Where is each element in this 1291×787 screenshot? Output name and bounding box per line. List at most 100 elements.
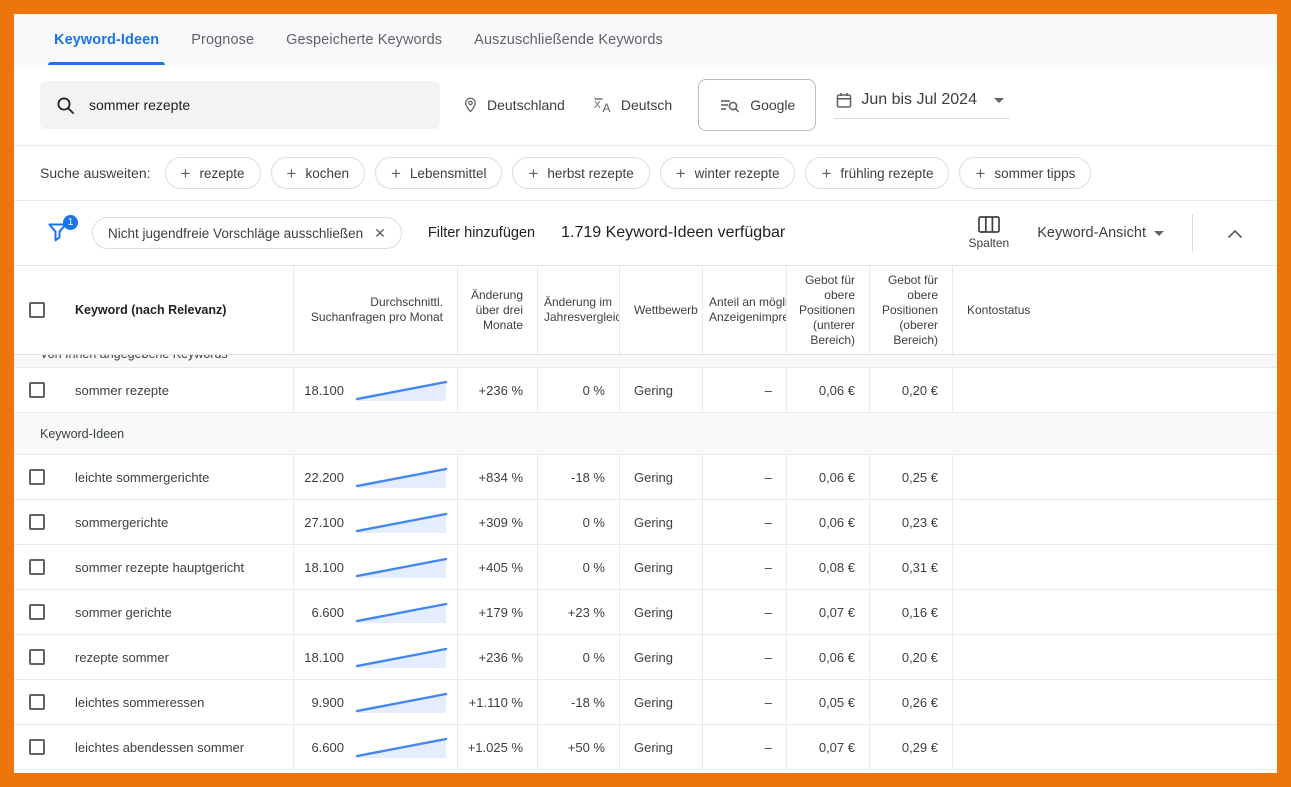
tab-prognose[interactable]: Prognose (175, 14, 270, 65)
close-icon[interactable]: ✕ (374, 225, 386, 242)
header-avg-searches[interactable]: Durchschnittl. Suchanfragen pro Monat (294, 266, 458, 354)
competition-cell: Gering (620, 368, 703, 412)
competition-value: Gering (634, 560, 673, 575)
row-checkbox[interactable] (29, 469, 45, 485)
competition-value: Gering (634, 605, 673, 620)
change-3m-cell: +1.110 % (458, 680, 538, 724)
keyword-text: leichtes abendessen sommer (75, 740, 244, 755)
header-change-yoy[interactable]: Änderung im Jahresvergleich (538, 266, 620, 354)
keyword-text: rezepte sommer (75, 650, 169, 665)
header-keyword[interactable]: Keyword (nach Relevanz) (59, 266, 294, 354)
avg-searches-value: 18.100 (304, 560, 344, 575)
impression-share-cell: – (703, 545, 787, 589)
keyword-text: leichtes sommeressen (75, 695, 204, 710)
plus-icon: + (528, 165, 538, 182)
keyword-cell: sommer rezepte (59, 368, 294, 412)
chevron-up-icon (1227, 229, 1243, 238)
row-checkbox-cell (14, 500, 59, 544)
change-yoy-value: +50 % (568, 740, 605, 755)
keyword-text: sommer rezepte hauptgericht (75, 560, 244, 575)
avg-searches-value: 6.600 (311, 740, 344, 755)
row-checkbox[interactable] (29, 694, 45, 710)
columns-button[interactable]: Spalten (969, 216, 1010, 250)
expand-chip[interactable]: +kochen (271, 157, 365, 189)
header-competition[interactable]: Wettbewerb (620, 266, 703, 354)
expand-chip[interactable]: +rezepte (165, 157, 261, 189)
header-top-bid-low[interactable]: Gebot für obere Positionen (unterer Bere… (787, 266, 870, 354)
header-change-3m[interactable]: Änderung über drei Monate (458, 266, 538, 354)
row-checkbox[interactable] (29, 604, 45, 620)
top-bid-low-cell: 0,06 € (787, 368, 870, 412)
tab-keyword-ideen[interactable]: Keyword-Ideen (38, 14, 175, 65)
filter-funnel-icon[interactable]: 1 (46, 220, 72, 246)
top-bid-low-value: 0,07 € (819, 740, 855, 755)
top-bid-high-cell: 0,31 € (870, 545, 953, 589)
row-checkbox[interactable] (29, 514, 45, 530)
search-network-icon (719, 97, 740, 114)
date-range-value: Jun bis Jul 2024 (861, 91, 977, 109)
impression-share-value: – (765, 383, 772, 398)
expand-chip[interactable]: +Lebensmittel (375, 157, 502, 189)
avg-searches-cell: 18.100 (294, 368, 458, 412)
add-filter-button[interactable]: Filter hinzufügen (428, 225, 535, 241)
search-input[interactable]: sommer rezepte (40, 81, 440, 129)
expand-chips: +rezepte+kochen+Lebensmittel+herbst reze… (165, 157, 1092, 189)
header-account-status[interactable]: Kontostatus (953, 266, 1277, 354)
table-row: rezepte sommer18.100+236 %0 %Gering–0,06… (14, 635, 1277, 680)
account-status-cell (953, 500, 1277, 544)
header-top-bid-high[interactable]: Gebot für obere Positionen (oberer Berei… (870, 266, 953, 354)
header-label: Keyword (nach Relevanz) (75, 303, 226, 318)
expand-chip[interactable]: +frühling rezepte (805, 157, 949, 189)
top-bid-low-value: 0,06 € (819, 650, 855, 665)
section-label: Keyword-Ideen (40, 426, 124, 442)
top-bid-low-cell: 0,07 € (787, 725, 870, 769)
calendar-icon (836, 92, 852, 109)
trend-sparkline (354, 465, 449, 490)
date-range-selector[interactable]: Jun bis Jul 2024 (834, 91, 1010, 119)
impression-share-cell: – (703, 635, 787, 679)
select-all-checkbox[interactable] (29, 302, 45, 318)
avg-searches-cell: 6.600 (294, 725, 458, 769)
expand-chip[interactable]: +winter rezepte (660, 157, 796, 189)
search-settings-row: sommer rezepte Deutschland XA Deutsch Go… (14, 65, 1277, 145)
account-status-cell (953, 368, 1277, 412)
header-impression-share[interactable]: Anteil an möglichen Anzeigenimpressionen (703, 266, 787, 354)
change-3m-cell: +236 % (458, 368, 538, 412)
competition-value: Gering (634, 740, 673, 755)
top-bid-low-cell: 0,08 € (787, 545, 870, 589)
impression-share-cell: – (703, 500, 787, 544)
account-status-cell (953, 635, 1277, 679)
competition-value: Gering (634, 650, 673, 665)
row-checkbox[interactable] (29, 559, 45, 575)
trend-sparkline (354, 378, 449, 403)
top-bid-high-value: 0,25 € (902, 470, 938, 485)
columns-icon (978, 216, 1000, 233)
change-3m-value: +1.025 % (468, 740, 523, 755)
competition-cell: Gering (620, 725, 703, 769)
row-checkbox-cell (14, 590, 59, 634)
top-bid-low-cell: 0,06 € (787, 500, 870, 544)
tab-gespeicherte-keywords[interactable]: Gespeicherte Keywords (270, 14, 458, 65)
network-selector[interactable]: Google (698, 79, 816, 131)
row-checkbox[interactable] (29, 739, 45, 755)
change-yoy-cell: 0 % (538, 545, 620, 589)
account-status-cell (953, 590, 1277, 634)
language-selector[interactable]: XA Deutsch (593, 97, 672, 114)
active-filter-chip[interactable]: Nicht jugendfreie Vorschläge ausschließe… (92, 217, 402, 249)
collapse-panel-button[interactable] (1221, 225, 1249, 242)
tab-label: Prognose (191, 32, 254, 48)
trend-sparkline (354, 510, 449, 535)
row-checkbox[interactable] (29, 649, 45, 665)
expand-chip-label: kochen (305, 166, 349, 181)
change-3m-cell: +834 % (458, 455, 538, 499)
row-checkbox-cell (14, 635, 59, 679)
tab-auszuschliessende-keywords[interactable]: Auszuschließende Keywords (458, 14, 679, 65)
expand-chip-label: Lebensmittel (410, 166, 487, 181)
view-selector[interactable]: Keyword-Ansicht (1037, 225, 1164, 241)
expand-chip[interactable]: +sommer tipps (959, 157, 1091, 189)
expand-chip[interactable]: +herbst rezepte (512, 157, 649, 189)
location-selector[interactable]: Deutschland (462, 96, 565, 114)
keyword-cell: leichte sommergerichte (59, 455, 294, 499)
change-yoy-cell: -18 % (538, 680, 620, 724)
row-checkbox[interactable] (29, 382, 45, 398)
